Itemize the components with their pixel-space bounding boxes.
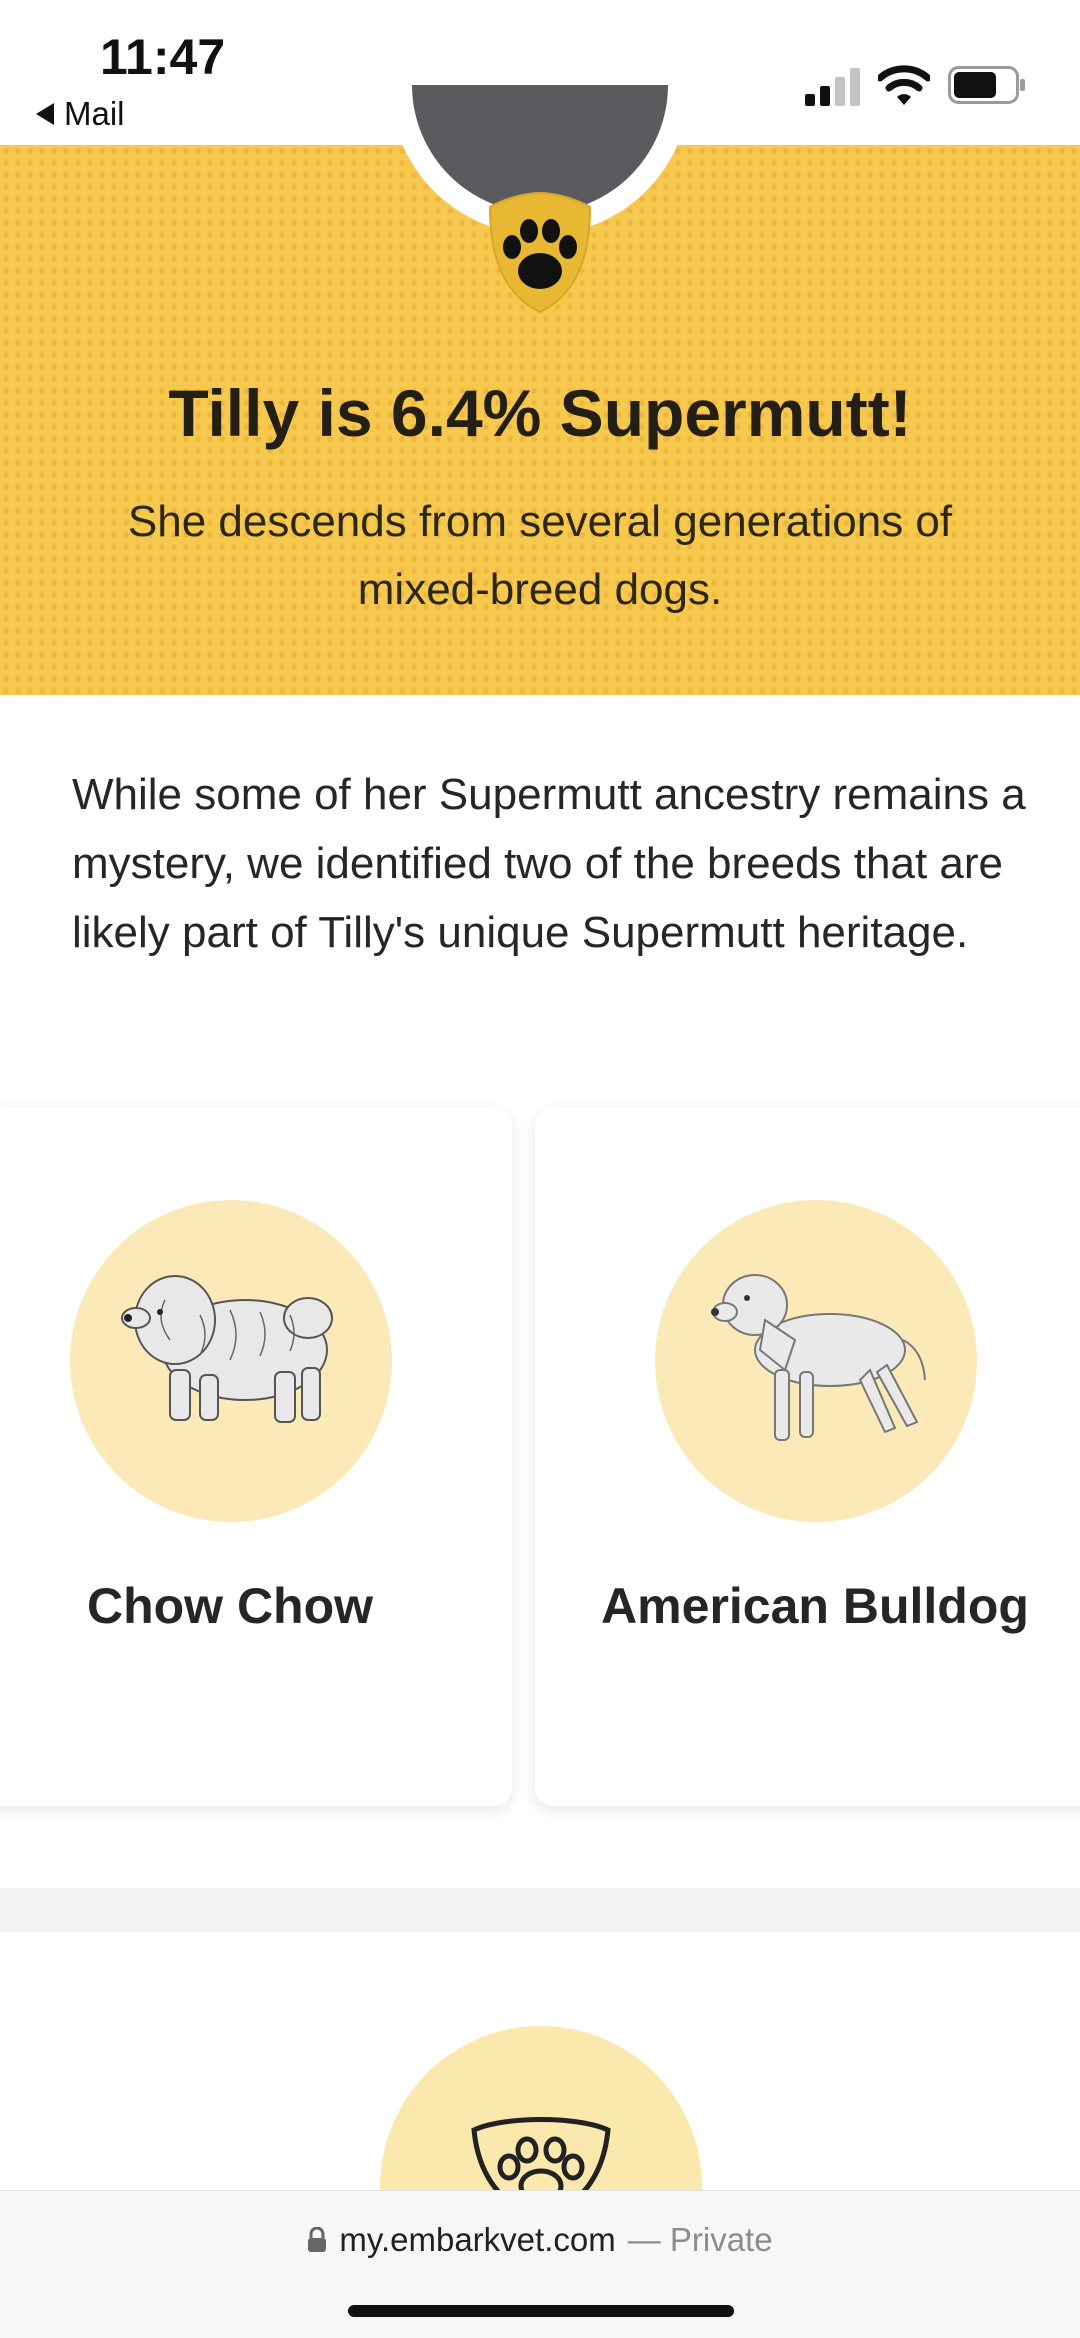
breed-card-american-bulldog[interactable]: American Bulldog xyxy=(535,1108,1080,1806)
breed-name: American Bulldog xyxy=(601,1578,1029,1634)
hero-subtitle: She descends from several generations of… xyxy=(127,497,953,614)
page: 11:47 Mail Tilly is 6.4% Supermutt! She … xyxy=(0,0,1080,2338)
status-time: 11:47 xyxy=(100,29,226,85)
american-bulldog-illustration xyxy=(711,1274,926,1441)
back-arrow-icon xyxy=(36,103,54,125)
ancestry-intro: While some of her Supermutt ancestry rem… xyxy=(72,770,1026,957)
browser-address-bar[interactable]: my.embarkvet.com — Private xyxy=(0,2190,1080,2338)
paw-icon xyxy=(488,191,592,314)
battery-icon xyxy=(948,66,1025,104)
back-to-mail-button[interactable]: Mail xyxy=(36,95,125,133)
breed-image-circle xyxy=(70,1200,392,1522)
supermutt-hero: Tilly is 6.4% Supermutt! She descends fr… xyxy=(0,85,1080,695)
breed-image-circle xyxy=(655,1200,977,1522)
breed-card-chow-chow[interactable]: Chow Chow xyxy=(0,1108,512,1806)
lock-icon xyxy=(308,2227,327,2252)
wifi-icon xyxy=(878,65,930,105)
back-label: Mail xyxy=(64,95,125,132)
private-label: — Private xyxy=(627,2221,773,2258)
breed-name: Chow Chow xyxy=(86,1578,374,1634)
home-indicator[interactable] xyxy=(348,2305,734,2317)
url-display[interactable]: my.embarkvet.com — Private xyxy=(0,2221,1080,2259)
chow-chow-illustration xyxy=(121,1275,333,1423)
signal-icon xyxy=(805,68,860,106)
section-divider xyxy=(0,1888,1080,1932)
url-domain: my.embarkvet.com xyxy=(339,2221,616,2258)
hero-title: Tilly is 6.4% Supermutt! xyxy=(168,376,912,450)
